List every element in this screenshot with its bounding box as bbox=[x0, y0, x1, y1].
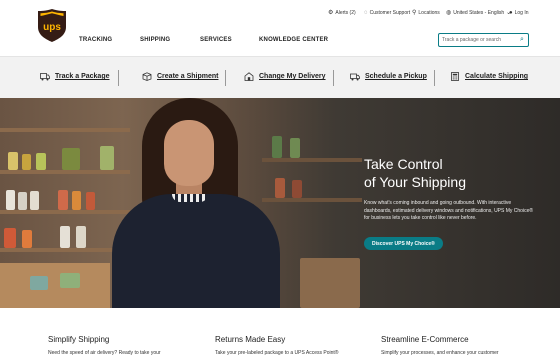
alerts-link[interactable]: ⚙ Alerts (2) bbox=[328, 10, 356, 16]
product-jar bbox=[22, 230, 32, 248]
chat-icon: ◌ bbox=[364, 10, 368, 16]
house-icon bbox=[244, 72, 254, 81]
calculate-shipping-link[interactable]: Calculate Shipping bbox=[450, 72, 528, 81]
shelf bbox=[262, 158, 362, 162]
search-input[interactable] bbox=[442, 37, 520, 43]
card-title-ecommerce[interactable]: Streamline E-Commerce bbox=[381, 335, 469, 344]
create-shipment-link[interactable]: Create a Shipment bbox=[142, 72, 218, 81]
hero-title-line1: Take Control bbox=[364, 156, 443, 172]
product-jar bbox=[22, 154, 31, 170]
track-package-link[interactable]: Track a Package bbox=[40, 72, 110, 81]
quick-actions-bar: Track a Package Create a Shipment Change… bbox=[0, 56, 560, 98]
product-jar bbox=[275, 178, 285, 198]
card-title-returns[interactable]: Returns Made Easy bbox=[215, 335, 285, 344]
search-box: ⌕ bbox=[438, 33, 529, 47]
locations-label: Locations bbox=[418, 10, 440, 16]
shelf bbox=[0, 170, 130, 174]
login-label: Log In bbox=[514, 10, 529, 16]
card-text-returns: Take your pre-labeled package to a UPS A… bbox=[215, 350, 339, 356]
shelf bbox=[0, 210, 130, 214]
product-jar bbox=[272, 136, 282, 158]
globe-icon: ◍ bbox=[446, 10, 452, 16]
product-jar bbox=[30, 276, 48, 290]
box-icon bbox=[142, 72, 152, 81]
alerts-label: Alerts (2) bbox=[335, 10, 356, 16]
location-pin-icon: ⚲ bbox=[412, 10, 417, 16]
track-package-label: Track a Package bbox=[55, 73, 110, 80]
discover-my-choice-button[interactable]: Discover UPS My Choice® bbox=[364, 237, 443, 250]
hero-description: Know what's coming inbound and going out… bbox=[364, 200, 534, 221]
truck-box-icon bbox=[40, 73, 50, 81]
feature-cards: Simplify Shipping Need the speed of air … bbox=[0, 308, 560, 359]
hero-title: Take Control of Your Shipping bbox=[364, 155, 466, 191]
shelf bbox=[0, 128, 130, 132]
product-jar bbox=[58, 190, 68, 210]
schedule-pickup-label: Schedule a Pickup bbox=[365, 73, 427, 80]
customer-support-link[interactable]: ◌ Customer Support bbox=[364, 10, 410, 16]
calculate-shipping-label: Calculate Shipping bbox=[465, 73, 529, 80]
hero-banner: Take Control of Your Shipping Know what'… bbox=[0, 98, 560, 308]
locations-link[interactable]: ⚲ Locations bbox=[412, 10, 440, 16]
product-jar bbox=[76, 226, 86, 248]
customer-support-label: Customer Support bbox=[369, 10, 411, 16]
product-jar bbox=[4, 228, 16, 248]
product-jar bbox=[290, 138, 300, 158]
product-jar bbox=[30, 191, 39, 210]
product-jar bbox=[100, 146, 114, 170]
card-text-ecommerce: Simplify your processes, and enhance you… bbox=[381, 350, 499, 356]
product-jar bbox=[72, 191, 81, 210]
product-jar bbox=[292, 180, 302, 198]
ups-logo[interactable]: ups bbox=[38, 9, 66, 42]
divider bbox=[225, 70, 226, 86]
nav-tracking[interactable]: TRACKING bbox=[79, 37, 112, 43]
divider bbox=[333, 70, 334, 86]
nav-services[interactable]: SERVICES bbox=[200, 37, 232, 43]
product-jar bbox=[8, 152, 18, 170]
site-header: ups ⚙ Alerts (2) ◌ Customer Support ⚲ Lo… bbox=[0, 0, 560, 56]
divider bbox=[434, 70, 435, 86]
hero-photo-face bbox=[164, 120, 214, 186]
nav-knowledge-center[interactable]: KNOWLEDGE CENTER bbox=[259, 37, 328, 43]
svg-text:ups: ups bbox=[43, 22, 61, 33]
create-shipment-label: Create a Shipment bbox=[157, 73, 219, 80]
login-link[interactable]: ● Log In bbox=[509, 10, 529, 16]
counter-boxes bbox=[0, 263, 110, 308]
product-jar bbox=[60, 226, 70, 248]
schedule-pickup-link[interactable]: Schedule a Pickup bbox=[350, 72, 427, 81]
product-jar bbox=[36, 153, 46, 170]
hero-photo-person bbox=[112, 194, 280, 308]
product-jar bbox=[6, 190, 15, 210]
calculator-icon bbox=[451, 72, 459, 81]
product-jar bbox=[60, 273, 80, 288]
gear-icon: ⚙ bbox=[328, 10, 334, 16]
card-text-simplify-shipping: Need the speed of air delivery? Ready to… bbox=[48, 350, 161, 356]
product-jar bbox=[18, 192, 27, 210]
change-delivery-label: Change My Delivery bbox=[259, 73, 326, 80]
language-selector[interactable]: ◍ United States - English ⌄ bbox=[446, 10, 511, 16]
change-delivery-link[interactable]: Change My Delivery bbox=[244, 72, 326, 81]
hero-photo-collar bbox=[172, 194, 208, 202]
counter-boxes bbox=[300, 258, 360, 308]
product-jar bbox=[62, 148, 80, 170]
card-title-simplify-shipping[interactable]: Simplify Shipping bbox=[48, 335, 109, 344]
search-icon[interactable]: ⌕ bbox=[520, 36, 524, 44]
user-icon: ● bbox=[509, 10, 513, 16]
product-jar bbox=[86, 192, 95, 210]
shelf bbox=[262, 198, 362, 202]
shelf bbox=[0, 248, 125, 252]
hero-title-line2: of Your Shipping bbox=[364, 174, 466, 190]
nav-shipping[interactable]: SHIPPING bbox=[140, 37, 170, 43]
divider bbox=[118, 70, 119, 86]
truck-icon bbox=[350, 73, 360, 81]
language-label: United States - English bbox=[453, 10, 505, 16]
